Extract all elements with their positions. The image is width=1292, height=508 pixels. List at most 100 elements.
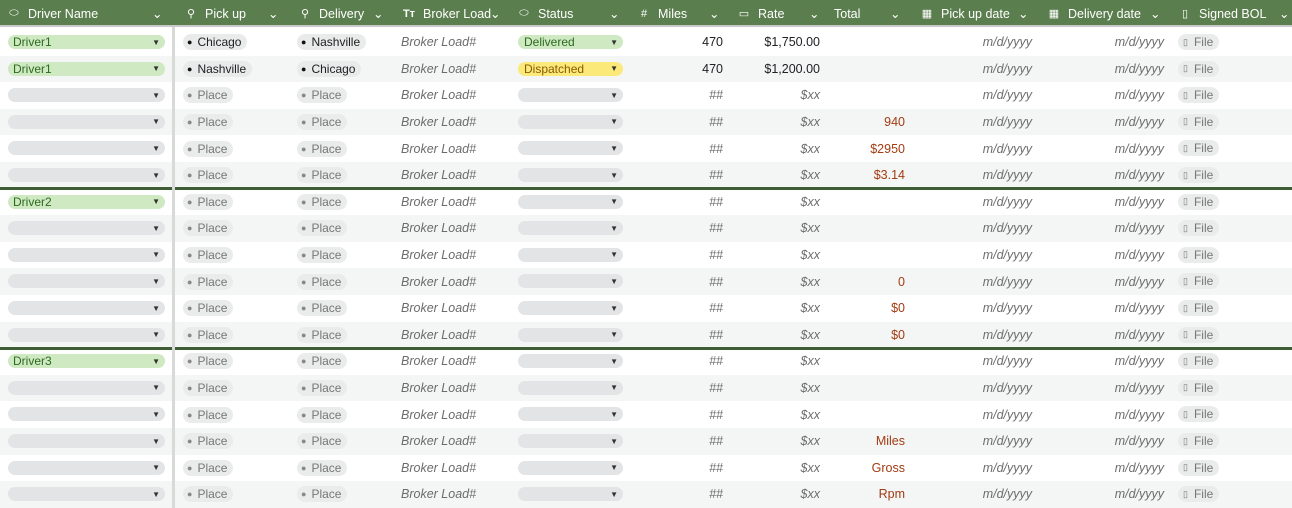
delivery-cell[interactable]: ● Place — [297, 82, 348, 109]
total-cell[interactable]: 940 — [830, 109, 905, 136]
pickup-chip[interactable]: ● Place — [183, 433, 234, 450]
bol-file-button[interactable]: ▯ File — [1178, 379, 1220, 396]
delivery-chip[interactable]: ● Place — [297, 167, 348, 184]
pickup-chip[interactable]: ● Place — [183, 193, 234, 210]
status-select[interactable]: ▼ — [518, 141, 623, 156]
table-row[interactable]: ▼ ● Place ● Place Broker Load# ▼ ## $xx $0 m/d/yyy… — [0, 321, 1292, 349]
column-header-pickup-date[interactable]: ▦ Pick up date — [919, 0, 1010, 27]
dropdown-arrow-icon[interactable]: ▼ — [610, 434, 618, 448]
table-row[interactable]: Driver3 ▼ ● Place ● Place Broker Load# ▼ ## $xx m/… — [0, 348, 1292, 375]
rate-cell[interactable]: $xx — [735, 189, 820, 216]
miles-cell[interactable]: ## — [640, 268, 723, 295]
delivery-cell[interactable]: ● Place — [297, 109, 348, 136]
total-cell[interactable]: Rpm — [830, 481, 905, 508]
pickup-cell[interactable]: ● Place — [183, 82, 234, 109]
dropdown-arrow-icon[interactable]: ▼ — [152, 168, 160, 182]
broker-load-cell[interactable]: Broker Load# — [401, 375, 476, 402]
rate-cell[interactable]: $xx — [735, 348, 820, 375]
dropdown-arrow-icon[interactable]: ▼ — [152, 301, 160, 315]
pickup-chip[interactable]: ● Chicago — [183, 34, 248, 51]
dropdown-arrow-icon[interactable]: ▼ — [610, 62, 618, 76]
column-header-driver-name[interactable]: ⬭ Driver Name — [6, 0, 98, 27]
dropdown-arrow-icon[interactable]: ▼ — [610, 461, 618, 475]
pickup-cell[interactable]: ● Place — [183, 481, 234, 508]
table-row[interactable]: Driver2 ▼ ● Place ● Place Broker Load# ▼ ## $xx m/… — [0, 189, 1292, 216]
rate-cell[interactable]: $xx — [735, 82, 820, 109]
column-header-broker-load[interactable]: Tт Broker Load — [401, 0, 491, 27]
rate-cell[interactable]: $xx — [735, 162, 820, 189]
dropdown-arrow-icon[interactable]: ▼ — [152, 88, 160, 102]
miles-cell[interactable]: ## — [640, 428, 723, 455]
delivery-chip[interactable]: ● Place — [297, 406, 348, 423]
dropdown-arrow-icon[interactable]: ▼ — [152, 35, 160, 49]
dropdown-arrow-icon[interactable]: ▼ — [610, 221, 618, 235]
miles-cell[interactable]: ## — [640, 401, 723, 428]
driver-select[interactable]: Driver3 ▼ — [8, 354, 165, 369]
delivery-date-cell[interactable]: m/d/yyyy — [1050, 295, 1164, 322]
broker-load-cell[interactable]: Broker Load# — [401, 295, 476, 322]
pickup-date-cell[interactable]: m/d/yyyy — [920, 242, 1032, 269]
bol-file-button[interactable]: ▯ File — [1178, 34, 1220, 50]
delivery-date-cell[interactable]: m/d/yyyy — [1050, 348, 1164, 375]
broker-load-cell[interactable]: Broker Load# — [401, 242, 476, 269]
column-header-rate[interactable]: ▭ Rate — [736, 0, 785, 27]
miles-cell[interactable]: ## — [640, 215, 723, 242]
delivery-chip[interactable]: ● Place — [297, 380, 348, 397]
total-cell[interactable] — [830, 56, 905, 83]
pickup-cell[interactable]: ● Place — [183, 375, 234, 402]
broker-load-cell[interactable]: Broker Load# — [401, 82, 476, 109]
pickup-chip[interactable]: ● Place — [183, 380, 234, 397]
pickup-chip[interactable]: ● Place — [183, 114, 234, 131]
dropdown-arrow-icon[interactable]: ▼ — [610, 195, 618, 209]
driver-select[interactable]: ▼ — [8, 434, 165, 448]
column-header-delivery[interactable]: ⚲ Delivery — [297, 0, 364, 27]
pickup-date-cell[interactable]: m/d/yyyy — [920, 295, 1032, 322]
bol-file-button[interactable]: ▯ File — [1178, 246, 1220, 263]
miles-cell[interactable]: ## — [640, 242, 723, 269]
bol-file-button[interactable]: ▯ File — [1178, 60, 1220, 77]
pickup-cell[interactable]: ● Nashville — [183, 56, 253, 83]
broker-load-cell[interactable]: Broker Load# — [401, 455, 476, 482]
delivery-date-cell[interactable]: m/d/yyyy — [1050, 455, 1164, 482]
bol-file-button[interactable]: ▯ File — [1178, 353, 1220, 370]
total-cell[interactable] — [830, 82, 905, 109]
table-row[interactable]: Driver1 ▼ ● Chicago ● Nashville Broker Load# De… — [0, 29, 1292, 56]
pickup-cell[interactable]: ● Place — [183, 242, 234, 269]
bol-file-button[interactable]: ▯ File — [1178, 406, 1220, 423]
bol-file-button[interactable]: ▯ File — [1178, 273, 1220, 290]
delivery-cell[interactable]: ● Place — [297, 348, 348, 375]
table-row[interactable]: ▼ ● Place ● Place Broker Load# ▼ ## $xx Rpm m/d/yy… — [0, 481, 1292, 508]
chevron-down-icon[interactable]: ⌄ — [709, 0, 719, 27]
pickup-chip[interactable]: ● Place — [183, 486, 234, 503]
pickup-date-cell[interactable]: m/d/yyyy — [920, 348, 1032, 375]
delivery-chip[interactable]: ● Place — [297, 140, 348, 157]
status-select[interactable]: ▼ — [518, 434, 623, 448]
delivery-cell[interactable]: ● Place — [297, 268, 348, 295]
dropdown-arrow-icon[interactable]: ▼ — [152, 434, 160, 448]
broker-load-cell[interactable]: Broker Load# — [401, 109, 476, 136]
bol-file-button[interactable]: ▯ File — [1178, 459, 1220, 476]
pickup-cell[interactable]: ● Place — [183, 455, 234, 482]
total-cell[interactable]: $3.14 — [830, 162, 905, 189]
column-header-delivery-date[interactable]: ▦ Delivery date — [1046, 0, 1141, 27]
delivery-chip[interactable]: ● Place — [297, 247, 348, 264]
total-cell[interactable]: 0 — [830, 268, 905, 295]
chevron-down-icon[interactable]: ⌄ — [1150, 0, 1160, 27]
broker-load-cell[interactable]: Broker Load# — [401, 29, 476, 56]
pickup-cell[interactable]: ● Place — [183, 322, 234, 349]
status-select[interactable]: ▼ — [518, 354, 623, 369]
chevron-down-icon[interactable]: ⌄ — [490, 0, 500, 27]
dropdown-arrow-icon[interactable]: ▼ — [610, 115, 618, 129]
dropdown-arrow-icon[interactable]: ▼ — [610, 301, 618, 315]
delivery-date-cell[interactable]: m/d/yyyy — [1050, 82, 1164, 109]
rate-cell[interactable]: $1,750.00 — [735, 29, 820, 56]
pickup-cell[interactable]: ● Place — [183, 215, 234, 242]
delivery-cell[interactable]: ● Place — [297, 162, 348, 189]
status-select[interactable]: ▼ — [518, 88, 623, 103]
bol-file-button[interactable]: ▯ File — [1178, 326, 1220, 343]
total-cell[interactable]: $2950 — [830, 135, 905, 162]
dropdown-arrow-icon[interactable]: ▼ — [152, 407, 160, 421]
broker-load-cell[interactable]: Broker Load# — [401, 322, 476, 349]
dropdown-arrow-icon[interactable]: ▼ — [610, 487, 618, 501]
chevron-down-icon[interactable]: ⌄ — [609, 0, 619, 27]
